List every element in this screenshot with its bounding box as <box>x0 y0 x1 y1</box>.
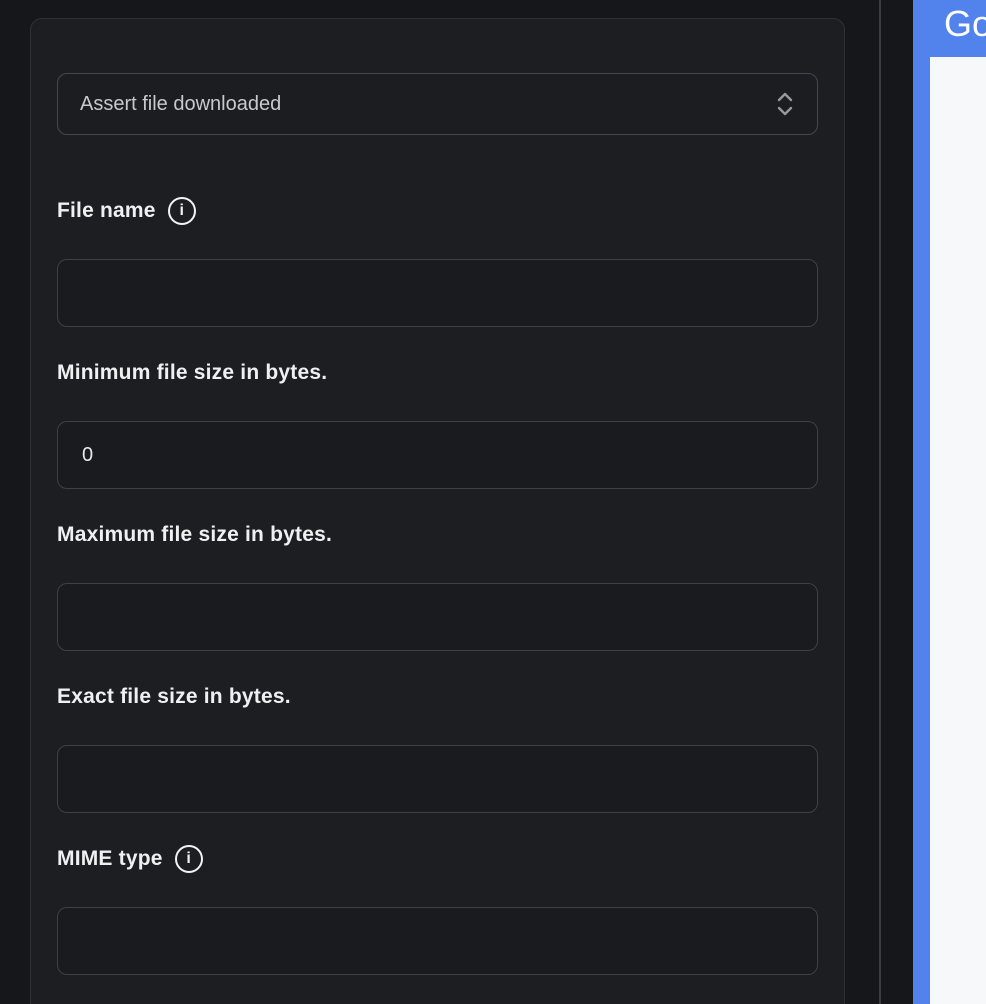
field-label: Exact file size in bytes. <box>57 685 291 708</box>
preview-page-body <box>930 57 986 1004</box>
field-label-row: MIME type i <box>57 843 818 875</box>
min-file-size-input[interactable] <box>57 421 818 489</box>
field-label: Maximum file size in bytes. <box>57 523 332 546</box>
step-type-select-value: Assert file downloaded <box>80 92 282 115</box>
step-editor-screen: Assert file downloaded File name i Minim… <box>0 0 986 1004</box>
field-label-row: Maximum file size in bytes. <box>57 519 818 551</box>
info-icon[interactable]: i <box>167 197 196 225</box>
max-file-size-input[interactable] <box>57 583 818 651</box>
exact-file-size-input[interactable] <box>57 745 818 813</box>
field-label: Minimum file size in bytes. <box>57 361 328 384</box>
field-label-row: Exact file size in bytes. <box>57 681 818 713</box>
chevron-updown-icon <box>777 92 793 116</box>
field-label: MIME type <box>57 847 163 870</box>
browser-preview[interactable]: Go <box>913 0 986 1004</box>
mime-type-input[interactable] <box>57 907 818 975</box>
field-label: File name <box>57 199 156 222</box>
field-label-row: Minimum file size in bytes. <box>57 357 818 389</box>
file-name-input[interactable] <box>57 259 818 327</box>
step-type-select[interactable]: Assert file downloaded <box>57 73 818 135</box>
step-config-panel: Assert file downloaded File name i Minim… <box>30 18 845 1004</box>
panel-resize-divider[interactable] <box>879 0 881 1004</box>
field-label-row: File name i <box>57 195 818 227</box>
preview-page-header: Go <box>913 0 986 57</box>
info-icon[interactable]: i <box>174 845 203 873</box>
